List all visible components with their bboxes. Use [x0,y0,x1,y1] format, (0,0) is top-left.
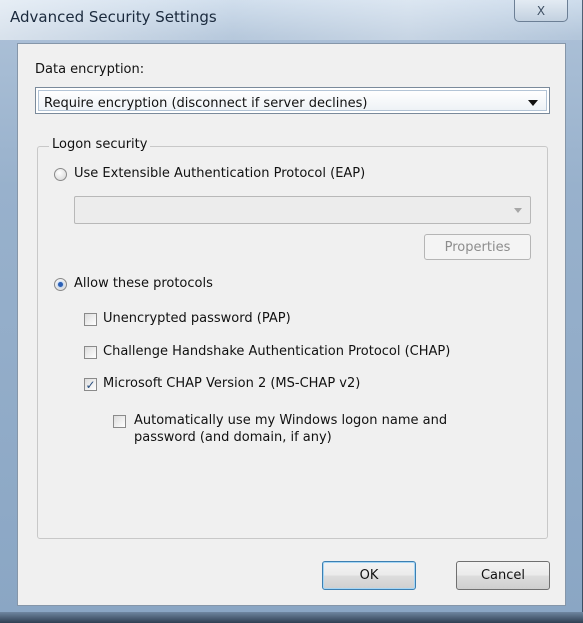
allow-protocols-radio[interactable] [54,278,67,291]
data-encryption-value: Require encryption (disconnect if server… [44,96,368,111]
data-encryption-label: Data encryption: [35,62,145,77]
dialog-window: Advanced Security Settings X Data encryp… [0,0,583,623]
cancel-button[interactable]: Cancel [456,561,550,590]
close-button[interactable]: X [514,0,568,22]
pap-label[interactable]: Unencrypted password (PAP) [103,311,291,326]
window-title: Advanced Security Settings [10,8,217,26]
auto-logon-label-line2[interactable]: password (and domain, if any) [134,430,332,445]
auto-logon-label-line1[interactable]: Automatically use my Windows logon name … [134,413,447,428]
allow-protocols-label[interactable]: Allow these protocols [74,276,213,291]
window-bottom-edge [0,612,583,623]
title-bar[interactable]: Advanced Security Settings X [0,0,583,36]
cancel-button-label: Cancel [480,568,526,583]
chevron-down-icon [528,100,538,106]
close-icon: X [536,3,546,18]
properties-button-label: Properties [444,239,511,255]
properties-button: Properties [424,234,531,260]
mschapv2-checkbox[interactable]: ✓ [84,378,97,391]
data-encryption-dropdown[interactable]: Require encryption (disconnect if server… [35,87,550,114]
logon-security-legend: Logon security [49,137,151,152]
dialog-content: Data encryption: Require encryption (dis… [17,43,566,606]
chap-checkbox[interactable] [84,346,97,359]
checkmark-icon: ✓ [85,377,96,392]
chevron-down-icon [514,208,522,213]
eap-radio-label[interactable]: Use Extensible Authentication Protocol (… [74,166,365,181]
mschapv2-label[interactable]: Microsoft CHAP Version 2 (MS-CHAP v2) [103,376,360,391]
ok-button[interactable]: OK [322,561,416,590]
ok-button-label: OK [359,568,379,583]
eap-method-dropdown [74,196,531,224]
dropdown-face: Require encryption (disconnect if server… [38,90,547,111]
chap-label[interactable]: Challenge Handshake Authentication Proto… [103,344,450,359]
auto-logon-checkbox[interactable] [113,415,126,428]
eap-radio[interactable] [54,168,67,181]
pap-checkbox[interactable] [84,313,97,326]
